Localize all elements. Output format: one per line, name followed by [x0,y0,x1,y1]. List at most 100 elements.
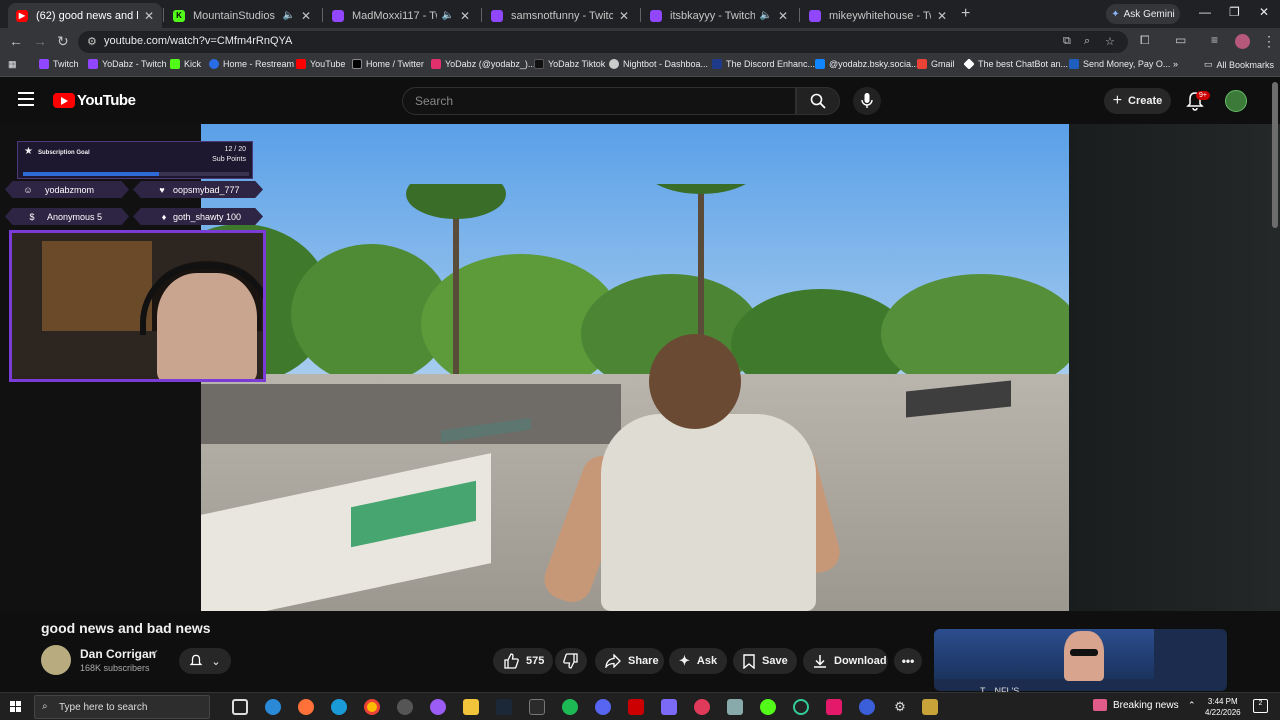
bookmarks-overflow-icon[interactable]: » [1173,59,1178,69]
app-icon[interactable] [760,699,776,715]
windows-start-icon[interactable] [10,701,22,713]
ask-gemini-button[interactable]: ✦ Ask Gemini [1106,4,1180,24]
more-actions-button[interactable]: ••• [894,648,922,674]
tab-itsbkayyy[interactable]: itsbkayyy - Twitch 🔈 ✕ [642,3,796,28]
youtube-logo-text[interactable]: YouTube [77,92,136,109]
bookmark-paypal[interactable]: Send Money, Pay O... [1069,59,1170,69]
tab-samsnotfunny[interactable]: samsnotfunny - Twitch ✕ [483,3,637,28]
app-icon[interactable] [661,699,677,715]
recommended-video-thumbnail[interactable] [934,629,1227,691]
taskbar-search-box[interactable]: ⌕ Type here to search [34,695,210,719]
obs-icon[interactable] [397,699,413,715]
create-button[interactable]: + Create [1104,88,1171,114]
tab-mountainstudios[interactable]: K MountainStudios Stream - 🔈 ✕ [165,3,319,28]
bookmark-instagram[interactable]: YoDabz (@yodabz_)... [431,59,535,69]
app-icon[interactable] [628,699,644,715]
search-input[interactable] [415,94,775,108]
bookmark-yodabz-twitch[interactable]: YoDabz - Twitch [88,59,167,69]
url-text[interactable]: youtube.com/watch?v=CMfm4rRnQYA [104,35,292,47]
spotify-icon[interactable] [562,699,578,715]
site-info-icon[interactable]: ⚙ [87,35,97,48]
settings-gear-icon[interactable]: ⚙ [892,699,908,715]
bookmark-discord-enhancement[interactable]: The Discord Enhanc... [712,59,815,69]
all-bookmarks-folder[interactable]: ▭ All Bookmarks [1204,59,1274,70]
discord-icon[interactable] [595,699,611,715]
download-button[interactable]: Download [803,648,888,674]
channel-avatar[interactable] [41,645,71,675]
file-explorer-icon[interactable] [463,699,479,715]
page-scrollbar[interactable] [1272,82,1278,228]
menu-icon[interactable] [18,92,34,106]
close-icon[interactable]: ✕ [144,9,154,23]
dislike-button[interactable] [555,648,587,674]
firefox-icon[interactable] [298,699,314,715]
bookmark-twitch[interactable]: Twitch [39,59,79,69]
chrome-menu-icon[interactable]: ⋮ [1262,33,1276,50]
profile-avatar[interactable] [1235,34,1250,49]
steam-icon[interactable] [496,699,512,715]
app-icon[interactable] [793,699,809,715]
task-view-icon[interactable] [232,699,248,715]
apps-grid-icon[interactable]: ▦ [8,59,17,70]
bookmark-star-icon[interactable]: ☆ [1105,35,1115,48]
like-button[interactable]: 575 [493,648,553,674]
reload-button[interactable]: ↻ [57,33,69,50]
tab-youtube[interactable]: ▶ (62) good news and bad ne ✕ [8,3,162,28]
subscribed-notifications-button[interactable]: ⌄ [179,648,231,674]
app-icon[interactable] [727,699,743,715]
bookmark-restream[interactable]: Home - Restream [209,59,294,69]
save-button[interactable]: Save [733,648,797,674]
system-tray-chevron-icon[interactable]: ⌃ [1188,700,1196,711]
bookmark-twitter[interactable]: Home / Twitter [352,59,424,69]
bookmark-youtube[interactable]: YouTube [296,59,345,69]
tab-mikeywhitehouse[interactable]: mikeywhitehouse - Twitch ✕ [801,3,955,28]
taskbar-clock[interactable]: 3:44 PM 4/22/2026 [1205,696,1241,718]
back-button[interactable]: ← [9,33,23,49]
new-tab-button[interactable]: + [961,5,970,23]
speaker-icon[interactable]: 🔈 [759,10,771,21]
channel-name[interactable]: Dan Corrigan [80,647,156,661]
epic-games-icon[interactable] [529,699,545,715]
account-avatar[interactable] [1225,90,1247,112]
bookmark-nightbot[interactable]: Nightbot - Dashboa... [609,59,708,69]
search-button[interactable] [796,87,840,115]
restore-button[interactable]: ❐ [1229,5,1240,19]
close-icon[interactable]: ✕ [937,9,947,23]
copilot-icon[interactable] [265,699,281,715]
chrome-icon[interactable] [364,699,380,715]
app-icon[interactable] [694,699,710,715]
close-icon[interactable]: ✕ [778,9,788,23]
close-icon[interactable]: ✕ [301,9,311,23]
address-bar[interactable]: ⚙ youtube.com/watch?v=CMfm4rRnQYA ⧉ ⌕ ☆ [78,31,1128,53]
install-app-icon[interactable]: ⧉ [1063,35,1071,48]
speaker-icon[interactable]: 🔈 [282,10,294,21]
app-icon[interactable] [922,699,938,715]
sidepanel-icon[interactable]: ▭ [1175,33,1186,47]
tiktok-icon[interactable] [826,699,842,715]
app-icon[interactable] [859,699,875,715]
speaker-icon[interactable]: 🔈 [441,10,453,21]
youtube-logo-icon[interactable] [53,93,75,108]
ask-button[interactable]: ✦ Ask [669,648,727,674]
zoom-icon[interactable]: ⌕ [1084,35,1090,48]
minimize-button[interactable]: — [1199,5,1211,19]
bookmark-chatbot[interactable]: The best ChatBot an... [963,58,1068,70]
bookmark-bluesky[interactable]: @yodabz.bsky.socia... [815,59,919,69]
video-frame[interactable] [201,124,1069,611]
app-icon[interactable] [430,699,446,715]
close-icon[interactable]: ✕ [619,9,629,23]
media-controls-icon[interactable]: ≡ [1211,33,1218,47]
share-button[interactable]: Share [595,648,664,674]
bookmark-tiktok[interactable]: YoDabz Tiktok [534,59,605,69]
notification-center-icon[interactable]: 2 [1253,699,1268,713]
voice-search-button[interactable] [853,87,881,115]
tab-madmoxxi117[interactable]: MadMoxxi117 - Twitch 🔈 ✕ [324,3,478,28]
forward-button[interactable]: → [33,33,47,49]
news-widget[interactable]: Breaking news [1093,699,1179,711]
close-icon[interactable]: ✕ [460,9,470,23]
window-close-button[interactable]: ✕ [1259,5,1269,19]
extensions-icon[interactable]: ⧠ [1140,33,1150,48]
edge-icon[interactable] [331,699,347,715]
bookmark-kick[interactable]: Kick [170,59,201,69]
bookmark-gmail[interactable]: Gmail [917,59,955,69]
